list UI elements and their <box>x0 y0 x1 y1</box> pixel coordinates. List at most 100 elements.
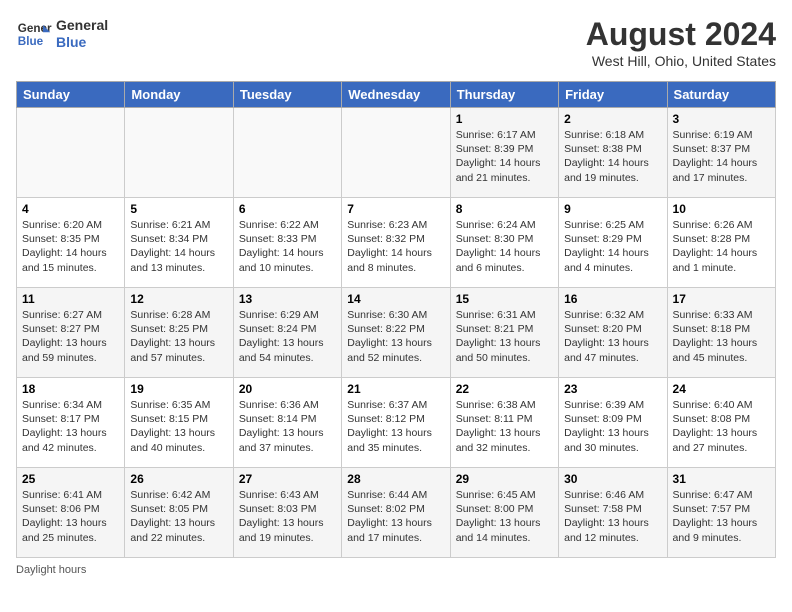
day-cell: 27Sunrise: 6:43 AM Sunset: 8:03 PM Dayli… <box>233 468 341 558</box>
day-cell: 30 Sunrise: 6:46 AM Sunset: 7:58 PM Dayli… <box>559 468 667 558</box>
day-info: Sunrise: 6:28 AM Sunset: 8:25 PM Dayligh… <box>130 308 227 365</box>
day-number: 23 <box>564 382 661 396</box>
day-info: Sunrise: 6:19 AM Sunset: 8:37 PM Dayligh… <box>673 128 770 185</box>
logo-text-general: General <box>56 17 108 34</box>
day-cell: 10 Sunrise: 6:26 AM Sunset: 8:28 PM Dayli… <box>667 198 775 288</box>
day-cell: 15Sunrise: 6:31 AM Sunset: 8:21 PM Dayli… <box>450 288 558 378</box>
weekday-header-wednesday: Wednesday <box>342 82 450 108</box>
day-info: Sunrise: 6:18 AM Sunset: 8:38 PM Dayligh… <box>564 128 661 185</box>
day-info: Sunrise: 6:17 AM Sunset: 8:39 PM Dayligh… <box>456 128 553 185</box>
day-cell: 29Sunrise: 6:45 AM Sunset: 8:00 PM Dayli… <box>450 468 558 558</box>
day-info: Sunrise: 6:21 AM Sunset: 8:34 PM Dayligh… <box>130 218 227 275</box>
day-number: 30 <box>564 472 661 486</box>
footer-note: Daylight hours <box>16 564 776 576</box>
day-cell: 18Sunrise: 6:34 AM Sunset: 8:17 PM Dayli… <box>17 378 125 468</box>
page-header: General Blue General Blue August 2024 We… <box>16 16 776 69</box>
day-number: 2 <box>564 112 661 126</box>
weekday-header-monday: Monday <box>125 82 233 108</box>
week-row-4: 18Sunrise: 6:34 AM Sunset: 8:17 PM Dayli… <box>17 378 776 468</box>
day-number: 12 <box>130 292 227 306</box>
day-cell: 16 Sunrise: 6:32 AM Sunset: 8:20 PM Dayli… <box>559 288 667 378</box>
day-info: Sunrise: 6:34 AM Sunset: 8:17 PM Dayligh… <box>22 398 119 455</box>
day-number: 28 <box>347 472 444 486</box>
day-info: Sunrise: 6:35 AM Sunset: 8:15 PM Dayligh… <box>130 398 227 455</box>
weekday-header-tuesday: Tuesday <box>233 82 341 108</box>
day-cell: 9Sunrise: 6:25 AM Sunset: 8:29 PM Daylig… <box>559 198 667 288</box>
day-info: Sunrise: 6:23 AM Sunset: 8:32 PM Dayligh… <box>347 218 444 275</box>
day-cell: 26 Sunrise: 6:42 AM Sunset: 8:05 PM Dayli… <box>125 468 233 558</box>
day-number: 20 <box>239 382 336 396</box>
week-row-5: 25 Sunrise: 6:41 AM Sunset: 8:06 PM Dayli… <box>17 468 776 558</box>
day-number: 24 <box>673 382 770 396</box>
day-number: 31 <box>673 472 770 486</box>
day-cell: 14Sunrise: 6:30 AM Sunset: 8:22 PM Dayli… <box>342 288 450 378</box>
day-number: 26 <box>130 472 227 486</box>
title-area: August 2024 West Hill, Ohio, United Stat… <box>586 16 776 69</box>
day-info: Sunrise: 6:24 AM Sunset: 8:30 PM Dayligh… <box>456 218 553 275</box>
day-info: Sunrise: 6:38 AM Sunset: 8:11 PM Dayligh… <box>456 398 553 455</box>
weekday-header-saturday: Saturday <box>667 82 775 108</box>
day-number: 17 <box>673 292 770 306</box>
svg-text:Blue: Blue <box>18 35 44 48</box>
day-info: Sunrise: 6:42 AM Sunset: 8:05 PM Dayligh… <box>130 488 227 545</box>
day-cell <box>125 108 233 198</box>
day-cell: 25 Sunrise: 6:41 AM Sunset: 8:06 PM Dayli… <box>17 468 125 558</box>
day-cell: 3 Sunrise: 6:19 AM Sunset: 8:37 PM Daylig… <box>667 108 775 198</box>
day-cell: 2 Sunrise: 6:18 AM Sunset: 8:38 PM Daylig… <box>559 108 667 198</box>
day-cell <box>342 108 450 198</box>
svg-text:General: General <box>18 22 52 35</box>
day-number: 15 <box>456 292 553 306</box>
day-cell <box>17 108 125 198</box>
day-info: Sunrise: 6:29 AM Sunset: 8:24 PM Dayligh… <box>239 308 336 365</box>
day-number: 7 <box>347 202 444 216</box>
logo-icon: General Blue <box>16 16 52 52</box>
day-cell: 12 Sunrise: 6:28 AM Sunset: 8:25 PM Dayli… <box>125 288 233 378</box>
day-info: Sunrise: 6:47 AM Sunset: 7:57 PM Dayligh… <box>673 488 770 545</box>
day-cell: 4 Sunrise: 6:20 AM Sunset: 8:35 PM Daylig… <box>17 198 125 288</box>
day-cell: 13 Sunrise: 6:29 AM Sunset: 8:24 PM Dayli… <box>233 288 341 378</box>
day-info: Sunrise: 6:22 AM Sunset: 8:33 PM Dayligh… <box>239 218 336 275</box>
day-number: 16 <box>564 292 661 306</box>
day-info: Sunrise: 6:46 AM Sunset: 7:58 PM Dayligh… <box>564 488 661 545</box>
day-cell: 11Sunrise: 6:27 AM Sunset: 8:27 PM Dayli… <box>17 288 125 378</box>
day-cell: 22 Sunrise: 6:38 AM Sunset: 8:11 PM Dayli… <box>450 378 558 468</box>
day-info: Sunrise: 6:32 AM Sunset: 8:20 PM Dayligh… <box>564 308 661 365</box>
day-info: Sunrise: 6:26 AM Sunset: 8:28 PM Dayligh… <box>673 218 770 275</box>
day-number: 25 <box>22 472 119 486</box>
day-cell: 20Sunrise: 6:36 AM Sunset: 8:14 PM Dayli… <box>233 378 341 468</box>
week-row-3: 11Sunrise: 6:27 AM Sunset: 8:27 PM Dayli… <box>17 288 776 378</box>
day-info: Sunrise: 6:20 AM Sunset: 8:35 PM Dayligh… <box>22 218 119 275</box>
day-cell: 21Sunrise: 6:37 AM Sunset: 8:12 PM Dayli… <box>342 378 450 468</box>
day-cell: 28 Sunrise: 6:44 AM Sunset: 8:02 PM Dayli… <box>342 468 450 558</box>
day-cell: 6 Sunrise: 6:22 AM Sunset: 8:33 PM Daylig… <box>233 198 341 288</box>
logo: General Blue General Blue <box>16 16 108 52</box>
day-info: Sunrise: 6:41 AM Sunset: 8:06 PM Dayligh… <box>22 488 119 545</box>
day-number: 13 <box>239 292 336 306</box>
day-number: 27 <box>239 472 336 486</box>
day-number: 5 <box>130 202 227 216</box>
day-number: 10 <box>673 202 770 216</box>
day-info: Sunrise: 6:37 AM Sunset: 8:12 PM Dayligh… <box>347 398 444 455</box>
day-number: 4 <box>22 202 119 216</box>
day-info: Sunrise: 6:25 AM Sunset: 8:29 PM Dayligh… <box>564 218 661 275</box>
day-number: 8 <box>456 202 553 216</box>
day-info: Sunrise: 6:39 AM Sunset: 8:09 PM Dayligh… <box>564 398 661 455</box>
day-info: Sunrise: 6:45 AM Sunset: 8:00 PM Dayligh… <box>456 488 553 545</box>
day-info: Sunrise: 6:44 AM Sunset: 8:02 PM Dayligh… <box>347 488 444 545</box>
day-info: Sunrise: 6:30 AM Sunset: 8:22 PM Dayligh… <box>347 308 444 365</box>
month-title: August 2024 <box>586 16 776 53</box>
day-number: 3 <box>673 112 770 126</box>
day-cell: 24 Sunrise: 6:40 AM Sunset: 8:08 PM Dayli… <box>667 378 775 468</box>
day-info: Sunrise: 6:27 AM Sunset: 8:27 PM Dayligh… <box>22 308 119 365</box>
week-row-1: 1Sunrise: 6:17 AM Sunset: 8:39 PM Daylig… <box>17 108 776 198</box>
weekday-header-thursday: Thursday <box>450 82 558 108</box>
day-number: 22 <box>456 382 553 396</box>
day-info: Sunrise: 6:40 AM Sunset: 8:08 PM Dayligh… <box>673 398 770 455</box>
location-text: West Hill, Ohio, United States <box>586 53 776 69</box>
day-number: 6 <box>239 202 336 216</box>
day-cell: 8 Sunrise: 6:24 AM Sunset: 8:30 PM Daylig… <box>450 198 558 288</box>
day-cell: 19Sunrise: 6:35 AM Sunset: 8:15 PM Dayli… <box>125 378 233 468</box>
calendar-table: SundayMondayTuesdayWednesdayThursdayFrid… <box>16 81 776 558</box>
day-cell: 7 Sunrise: 6:23 AM Sunset: 8:32 PM Daylig… <box>342 198 450 288</box>
day-cell <box>233 108 341 198</box>
